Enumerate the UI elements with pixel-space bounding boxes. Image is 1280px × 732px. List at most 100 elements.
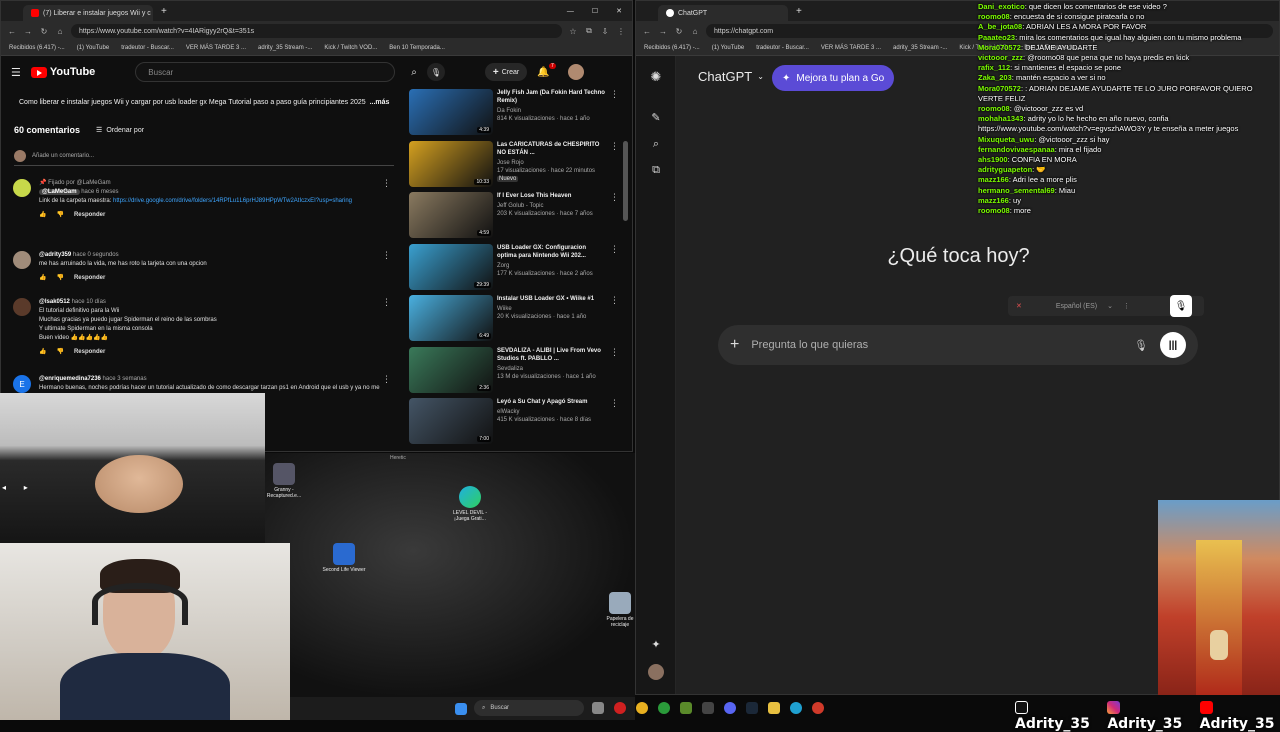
video-thumbnail[interactable]: 6:49	[409, 295, 493, 341]
bookmark-item[interactable]: VER MÁS TARDE 3 ...	[186, 45, 246, 51]
new-tab-icon[interactable]: +	[161, 6, 167, 17]
recommended-video[interactable]: 6:49 Instalar USB Loader GX • Wiike #1 Wii…	[409, 295, 619, 343]
bookmark-item[interactable]: tradeutor - Buscar...	[121, 45, 174, 51]
sort-button[interactable]: ☰ Ordenar por	[96, 126, 144, 135]
new-tab-icon[interactable]: +	[796, 6, 802, 17]
video-menu-icon[interactable]: ⋮	[610, 192, 619, 240]
video-title[interactable]: If I Ever Lose This Heaven	[497, 192, 593, 200]
xbox-icon[interactable]	[658, 702, 670, 714]
voice-mode-button[interactable]: |||	[1160, 332, 1186, 358]
channel-name[interactable]: Sevdaliza	[497, 365, 606, 373]
video-thumbnail[interactable]: 29:39	[409, 243, 493, 290]
bookmark-item[interactable]: VER MÁS TARDE 3 ...	[821, 45, 881, 51]
chrome-icon[interactable]	[636, 702, 648, 714]
video-title[interactable]: Leyó a Su Chat y Apagó Stream	[497, 398, 591, 406]
dislike-icon[interactable]: 👎	[56, 274, 63, 283]
comment-menu-icon[interactable]: ⋮	[382, 251, 391, 260]
comment-link[interactable]: https://drive.google.com/drive/folders/1…	[113, 198, 352, 204]
search-input[interactable]: Buscar	[135, 62, 396, 82]
terminal-icon[interactable]	[702, 702, 714, 714]
channel-name[interactable]: Zorg	[497, 262, 606, 270]
like-icon[interactable]: 👍	[39, 348, 46, 357]
video-menu-icon[interactable]: ⋮	[610, 295, 619, 343]
tab-chatgpt[interactable]: ChatGPT	[658, 5, 788, 21]
reload-icon[interactable]: ↻	[674, 26, 684, 36]
microphone-button[interactable]: 🎙	[1170, 295, 1192, 317]
video-thumbnail[interactable]: 4:39	[409, 89, 493, 135]
video-menu-icon[interactable]: ⋮	[610, 141, 619, 189]
upgrade-button[interactable]: ✦ Mejora tu plan a Go	[772, 65, 895, 91]
file-icon[interactable]	[592, 702, 604, 714]
microphone-icon[interactable]: 🎙	[426, 63, 445, 81]
chrome-icon-2[interactable]	[812, 702, 824, 714]
comment-author[interactable]: @adrity359	[39, 252, 71, 258]
forward-icon[interactable]: →	[23, 26, 33, 36]
home-icon[interactable]: ⌂	[55, 26, 65, 36]
tab-youtube[interactable]: (7) Liberar e instalar juegos Wii y c	[23, 5, 153, 21]
opera-icon[interactable]	[614, 702, 626, 714]
channel-name[interactable]: Jeff Golub - Topic	[497, 202, 593, 210]
url-field[interactable]: https://www.youtube.com/watch?v=4IARigyy…	[71, 24, 562, 38]
prompt-input[interactable]: + Pregunta lo que quieras 🎙 |||	[718, 325, 1198, 365]
recommended-video[interactable]: 7:00 Leyó a Su Chat y Apagó Stream elWacky…	[409, 398, 619, 446]
close-window-icon[interactable]: ✕	[616, 7, 622, 15]
dislike-icon[interactable]: 👎	[56, 348, 63, 357]
library-icon[interactable]: ⧉	[650, 164, 662, 176]
comment-author[interactable]: @enriquemedina7236	[39, 376, 101, 382]
comment-author[interactable]: @LaMeGam	[39, 189, 80, 195]
recommended-video[interactable]: 2:36 SEVDALIZA - ALIBI | Live From Vevo S…	[409, 346, 619, 395]
bookmark-item[interactable]: Kick / Twitch VOD...	[324, 45, 377, 51]
channel-name[interactable]: Jose Rojo	[497, 159, 606, 167]
channel-name[interactable]: elWacky	[497, 408, 591, 416]
desktop-icon-second-life[interactable]: Second Life Viewer	[322, 543, 366, 573]
recommended-video[interactable]: 4:59 If I Ever Lose This Heaven Jeff Golub…	[409, 192, 619, 240]
bookmark-item[interactable]: adrity_35 Stream -...	[893, 45, 947, 51]
notifications-icon[interactable]: 🔔 7	[537, 62, 556, 78]
language-select[interactable]: Español (ES)	[1056, 303, 1097, 310]
maximize-icon[interactable]: ☐	[592, 7, 598, 15]
model-selector[interactable]: ChatGPT ⌄	[698, 69, 764, 84]
dislike-icon[interactable]: 👎	[56, 211, 63, 220]
windows-start-icon[interactable]	[455, 702, 467, 715]
avatar[interactable]	[648, 664, 664, 680]
steam-icon[interactable]	[746, 702, 758, 714]
avatar[interactable]	[567, 64, 584, 80]
video-menu-icon[interactable]: ⋮	[610, 244, 619, 292]
reply-button[interactable]: Responder	[74, 274, 105, 283]
minimize-icon[interactable]: —	[567, 8, 574, 15]
more-icon[interactable]: ⋮	[1123, 302, 1130, 310]
video-title[interactable]: Las CARICATURAS de CHESPIRITO NO ESTÁN .…	[497, 141, 606, 157]
discord-icon[interactable]	[724, 702, 736, 714]
home-icon[interactable]: ⌂	[690, 26, 700, 36]
channel-name[interactable]: Da Fokin	[497, 107, 606, 115]
more-link[interactable]: ...más	[370, 99, 390, 106]
add-comment-row[interactable]: Añade un comentario...	[14, 150, 394, 166]
video-menu-icon[interactable]: ⋮	[610, 347, 619, 395]
video-title[interactable]: SEVDALIZA - ALIBI | Live From Vevo Studi…	[497, 347, 606, 363]
bookmark-item[interactable]: Recibidos (6.417) -...	[644, 45, 700, 51]
chevron-down-icon[interactable]: ⌄	[1107, 302, 1113, 310]
mute-icon[interactable]: ✕	[1016, 302, 1022, 310]
comment-menu-icon[interactable]: ⋮	[382, 375, 391, 384]
video-menu-icon[interactable]: ⋮	[610, 398, 619, 446]
microphone-icon[interactable]: 🎙	[1134, 339, 1148, 352]
like-icon[interactable]: 👍	[39, 274, 46, 283]
bookmark-item[interactable]: adrity_35 Stream -...	[258, 45, 312, 51]
bookmark-item[interactable]: Ben 10 Temporada...	[389, 45, 445, 51]
desktop-icon-granny[interactable]: Granny - Recaptured.e...	[262, 463, 306, 499]
forward-icon[interactable]: →	[658, 26, 668, 36]
recommended-video[interactable]: 10:33 Las CARICATURAS de CHESPIRITO NO ES…	[409, 140, 619, 189]
reply-button[interactable]: Responder	[74, 211, 105, 220]
openai-logo-icon[interactable]: ✺	[650, 69, 662, 84]
sparkle-icon[interactable]: ✦	[650, 638, 662, 651]
video-title[interactable]: Instalar USB Loader GX • Wiike #1	[497, 295, 594, 303]
comment-menu-icon[interactable]: ⋮	[382, 179, 391, 188]
like-icon[interactable]: 👍	[39, 211, 46, 220]
bookmark-item[interactable]: Recibidos (6.417) -...	[9, 45, 65, 51]
reply-button[interactable]: Responder	[74, 348, 105, 357]
recommended-video[interactable]: 29:39 USB Loader GX: Configuracion optima…	[409, 243, 619, 292]
new-chat-icon[interactable]: ✎	[650, 111, 662, 124]
search-icon[interactable]: ⌕	[650, 138, 662, 150]
bookmark-item[interactable]: (1) YouTube	[712, 45, 744, 51]
plus-icon[interactable]: +	[730, 336, 739, 354]
